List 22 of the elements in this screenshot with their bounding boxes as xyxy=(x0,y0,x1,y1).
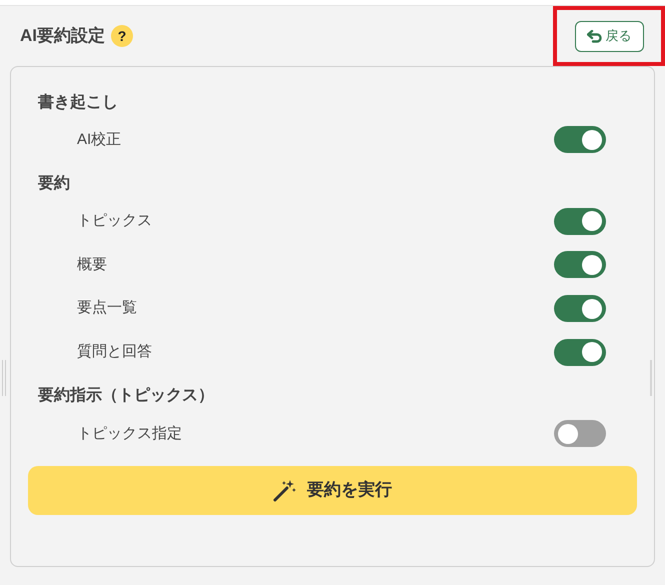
toggle-switch[interactable] xyxy=(554,251,606,278)
back-button[interactable]: 戻る xyxy=(574,20,644,52)
help-icon[interactable]: ? xyxy=(111,25,133,47)
setting-label: 概要 xyxy=(77,254,107,275)
setting-label: 要点一覧 xyxy=(77,298,137,318)
section-heading: 書き起こし xyxy=(38,92,118,112)
run-summary-button[interactable]: 要約を実行 xyxy=(28,466,637,515)
magic-wand-icon xyxy=(273,478,297,502)
panel-title: AI要約設定 xyxy=(20,25,105,48)
setting-label: トピックス指定 xyxy=(77,424,182,444)
section-heading: 要約指示（トピックス） xyxy=(38,386,214,406)
toggle-switch[interactable] xyxy=(554,126,606,154)
setting-label: トピックス xyxy=(77,211,152,232)
section-heading: 要約 xyxy=(38,174,70,194)
setting-label: AI校正 xyxy=(77,130,122,150)
return-arrow-icon xyxy=(586,30,602,42)
toggle-switch[interactable] xyxy=(554,295,606,322)
resize-handle-icon xyxy=(2,360,6,396)
toggle-switch[interactable] xyxy=(554,208,606,235)
setting-label: 質問と回答 xyxy=(77,342,152,362)
toggle-switch[interactable] xyxy=(554,420,606,448)
toggle-switch[interactable] xyxy=(554,338,606,366)
